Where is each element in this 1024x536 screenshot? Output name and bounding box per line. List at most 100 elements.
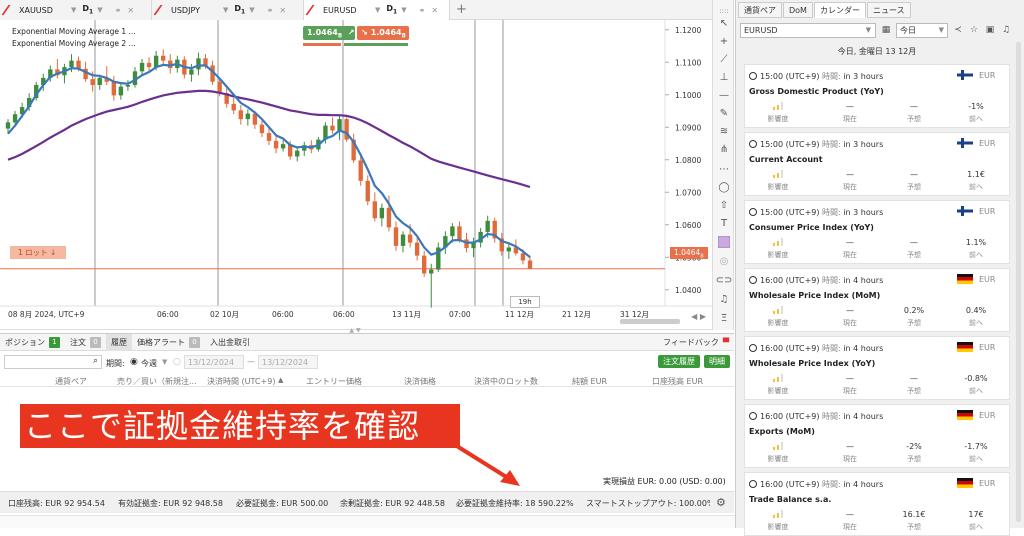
chevron-down-icon[interactable]: ▼ — [249, 6, 254, 14]
event-forecast: — — [910, 238, 918, 247]
calendar-icon[interactable]: ▦ — [880, 24, 892, 36]
text-icon[interactable]: T — [715, 216, 733, 232]
chart-tab-xauusd[interactable]: XAUUSD ▼ D1 ▼ ⚭ ✕ — [0, 0, 152, 20]
chevron-down-icon[interactable]: ▼ — [375, 6, 380, 14]
col-net-eur[interactable]: 純額 EUR — [572, 376, 607, 387]
settings-gear-icon[interactable]: ⚙ — [716, 496, 726, 509]
indicator-icon[interactable]: Ξ — [715, 311, 733, 327]
calendar-scrollbar[interactable] — [1016, 42, 1021, 522]
col-direction[interactable]: 売り／買い（新規注... — [117, 376, 197, 387]
tab-positions[interactable]: ポジション 1 — [0, 334, 65, 351]
tab-calendar[interactable]: カレンダー — [813, 2, 866, 18]
link-icon[interactable]: ⚭ — [115, 6, 122, 15]
close-icon[interactable]: ✕ — [431, 6, 438, 15]
chevron-down-icon[interactable]: ▼ — [71, 6, 76, 14]
event-time: 15:00 (UTC+9) 時間: in 3 hours — [749, 207, 883, 218]
col-entry-price[interactable]: エントリー価格 — [306, 376, 362, 387]
calendar-event-card[interactable]: 15:00 (UTC+9) 時間: in 3 hours EUR Current A… — [744, 132, 1010, 196]
radio-this-week[interactable]: ◉ — [130, 357, 138, 367]
brush-icon[interactable]: ✎ — [715, 106, 733, 122]
clock-icon — [749, 72, 757, 80]
calendar-event-card[interactable]: 15:00 (UTC+9) 時間: in 3 hours EUR Consumer … — [744, 200, 1010, 264]
calendar-event-card[interactable]: 16:00 (UTC+9) 時間: in 4 hours EUR Exports (… — [744, 404, 1010, 468]
cursor-icon[interactable]: ↖ — [715, 16, 733, 32]
close-icon[interactable]: ✕ — [127, 6, 134, 15]
link-icon[interactable]: ⊂⊃ — [715, 273, 733, 289]
star-icon[interactable]: ☆ — [968, 24, 980, 36]
arrow-icon[interactable]: ⇧ — [715, 198, 733, 214]
tab-timeframe[interactable]: D1 — [82, 4, 93, 16]
statement-button[interactable]: 明細 — [704, 355, 730, 368]
ema2-legend[interactable]: Exponential Moving Average 2 ... — [12, 38, 136, 50]
tab-orders[interactable]: 注文 0 — [65, 334, 106, 351]
trendline-icon[interactable]: ⟋ — [715, 52, 733, 68]
date-to-input[interactable]: 13/12/2024 — [258, 355, 318, 369]
order-history-button[interactable]: 注文履歴 — [658, 355, 700, 368]
close-icon[interactable]: ✕ — [279, 6, 286, 15]
tab-price-alerts[interactable]: 価格アラート 0 — [132, 334, 205, 351]
crosshair-icon[interactable]: + — [715, 34, 733, 50]
previous-label: 前へ — [969, 251, 983, 259]
calendar-event-card[interactable]: 16:00 (UTC+9) 時間: in 4 hours EUR Trade Bal… — [744, 472, 1010, 536]
candle-body — [111, 81, 116, 96]
calendar-event-card[interactable]: 15:00 (UTC+9) 時間: in 3 hours EUR Gross Dom… — [744, 64, 1010, 128]
ellipse-icon[interactable]: ◯ — [715, 180, 733, 196]
calendar-event-card[interactable]: 16:00 (UTC+9) 時間: in 4 hours EUR Wholesale… — [744, 336, 1010, 400]
ema1-legend[interactable]: Exponential Moving Average 1 ... — [12, 26, 136, 38]
fib-icon[interactable]: ≋ — [715, 124, 733, 140]
history-search-input[interactable]: ⌕ — [4, 355, 102, 369]
impact-label: 影響度 — [767, 251, 789, 259]
buy-button[interactable]: ↘ 1.04648 — [357, 26, 409, 40]
candle-body — [90, 79, 95, 85]
col-close-time[interactable]: 決済時間 (UTC+9) — [207, 376, 275, 387]
export-icon[interactable]: ▣ — [984, 24, 996, 36]
date-select[interactable]: 今日 ▼ — [896, 23, 948, 38]
share-icon[interactable]: ≺ — [952, 24, 964, 36]
alert-bell-icon[interactable]: ♫ — [715, 292, 733, 308]
link-icon[interactable]: ⚭ — [419, 6, 426, 15]
tab-history[interactable]: 履歴 — [106, 333, 132, 351]
sell-button[interactable]: 1.04648 ↗ — [303, 26, 355, 40]
pitchfork-icon[interactable]: ⋔ — [715, 142, 733, 158]
link-icon[interactable]: ⚭ — [267, 6, 274, 15]
chevron-down-icon[interactable]: ▼ — [401, 6, 406, 14]
impact-bars-icon — [773, 374, 783, 382]
tab-transactions[interactable]: 入出金取引 — [205, 334, 255, 351]
horizontal-ray-icon[interactable]: — — [715, 88, 733, 104]
calendar-event-card[interactable]: 16:00 (UTC+9) 時間: in 4 hours EUR Wholesale… — [744, 268, 1010, 332]
col-symbol[interactable]: 通貨ペア — [55, 376, 87, 387]
sort-asc-icon[interactable]: ▲ — [278, 376, 283, 384]
chevron-down-icon[interactable]: ▼ — [162, 358, 167, 366]
add-tab-icon[interactable]: + — [456, 2, 467, 17]
period-this-week[interactable]: 今週 — [141, 358, 157, 369]
bell-icon[interactable]: ♫ — [1000, 24, 1012, 36]
col-close-price[interactable]: 決済価格 — [404, 376, 436, 387]
scroll-arrows[interactable]: ◀ ▶ — [676, 312, 706, 326]
color-swatch-icon[interactable] — [715, 235, 733, 251]
date-from-input[interactable]: 13/12/2024 — [184, 355, 244, 369]
feedback-link[interactable]: フィードバック ▀ — [658, 334, 734, 351]
chevron-down-icon[interactable]: ▼ — [97, 6, 102, 14]
target-icon[interactable]: ◎ — [715, 254, 733, 270]
col-balance-eur[interactable]: 口座残高 EUR — [652, 376, 703, 387]
tab-currency-pairs[interactable]: 通貨ペア — [738, 2, 782, 18]
chart-scrollbar[interactable] — [620, 319, 680, 324]
chart-canvas[interactable]: 1.1200 1.1100 1.1000 1.0900 1.0800 1.0700 1.06… — [0, 20, 712, 330]
path-icon[interactable]: ⋯ — [715, 162, 733, 178]
tab-timeframe[interactable]: D1 — [386, 4, 397, 16]
lot-position-tag[interactable]: 1 ロット ↓ — [10, 246, 66, 259]
candle-body — [358, 160, 363, 181]
price-chart[interactable]: 1.1200 1.1100 1.1000 1.0900 1.0800 1.0700 1.06… — [0, 20, 712, 330]
tab-dom[interactable]: DoM — [783, 2, 813, 18]
tab-news[interactable]: ニュース — [866, 2, 911, 18]
chevron-down-icon[interactable]: ▼ — [223, 6, 228, 14]
chart-tab-usdjpy[interactable]: USDJPY ▼ D1 ▼ ⚭ ✕ — [152, 0, 304, 20]
tab-symbol: XAUUSD — [19, 5, 53, 15]
chart-tab-eurusd[interactable]: EURUSD ▼ D1 ▼ ⚭ ✕ — [304, 0, 450, 20]
horizontal-line-icon[interactable]: ⊥ — [715, 70, 733, 86]
free-margin-status: 余剰証拠金: EUR 92 448.58 — [340, 499, 445, 508]
radio-custom-range[interactable]: ○ — [173, 357, 181, 367]
tab-timeframe[interactable]: D1 — [234, 4, 245, 16]
col-closed-lots[interactable]: 決済中のロット数 — [474, 376, 538, 387]
pair-select[interactable]: EURUSD ▼ — [740, 23, 876, 38]
